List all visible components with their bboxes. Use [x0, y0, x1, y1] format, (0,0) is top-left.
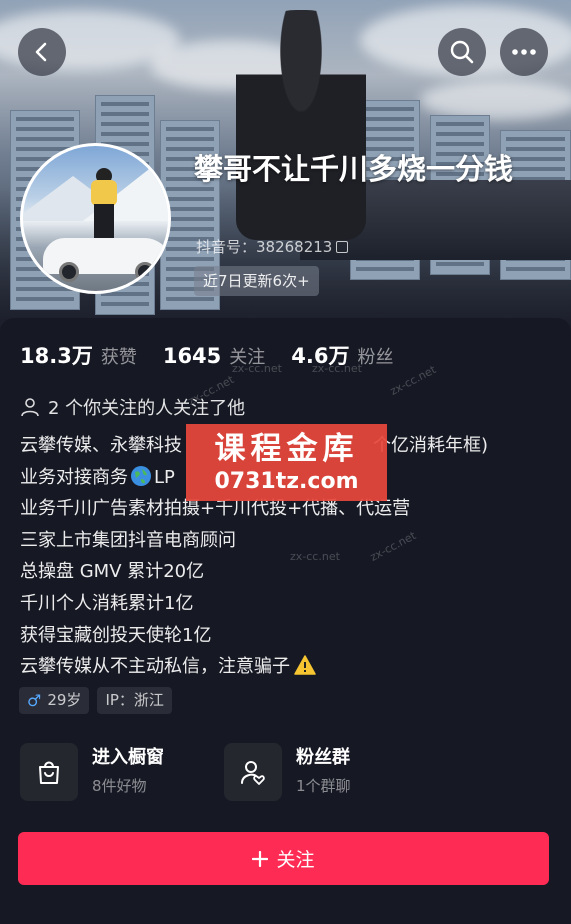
- fans-group-entry[interactable]: 粉丝群 1个群聊: [224, 743, 351, 801]
- stat-value: 18.3万: [20, 344, 93, 368]
- fans-group-icon: [241, 761, 265, 785]
- watermark-url: 0731tz.com: [214, 468, 359, 494]
- stat-label: 粉丝: [357, 347, 394, 368]
- shop-window-entry[interactable]: 进入橱窗 8件好物: [20, 743, 164, 801]
- profile-nickname: 攀哥不让千川多烧一分钱: [194, 152, 514, 186]
- bio-text-tail: LP: [154, 466, 175, 488]
- watermark-title: 课程金库: [214, 430, 359, 467]
- bio-line: 获得宝藏创投天使轮1亿: [20, 624, 212, 646]
- douyin-id-text: 抖音号：38268213: [196, 238, 333, 256]
- stat-likes[interactable]: 18.3万 获赞: [20, 340, 137, 370]
- mutual-follow-text: 2 个你关注的人关注了他: [48, 398, 246, 419]
- bio-text: 云攀传媒、永攀科技: [20, 435, 182, 456]
- profile-tags: ♂ 29岁 IP：浙江: [19, 687, 172, 714]
- watermark-small: zx-cc.net: [290, 550, 340, 563]
- male-icon: ♂: [27, 691, 42, 710]
- watermark-small: zx-cc.net: [232, 362, 282, 375]
- follow-button[interactable]: 关注: [18, 832, 549, 885]
- stat-label: 获赞: [100, 347, 137, 368]
- fans-entry-title: 粉丝群: [296, 747, 350, 768]
- warning-icon: [294, 655, 316, 675]
- more-button[interactable]: [500, 28, 548, 76]
- shop-entry-title: 进入橱窗: [92, 747, 164, 768]
- age-tag: ♂ 29岁: [19, 687, 90, 714]
- avatar[interactable]: [20, 143, 171, 294]
- fans-entry-sub: 1个群聊: [296, 777, 351, 795]
- follow-button-label: 关注: [276, 849, 315, 871]
- back-button[interactable]: [18, 28, 66, 76]
- fans-icon-box: [224, 743, 282, 801]
- update-frequency-chip[interactable]: 近7日更新6次+: [194, 266, 319, 296]
- age-text: 29岁: [47, 691, 82, 709]
- bio-line: 千川个人消耗累计1亿: [20, 592, 194, 614]
- shop-icon-box: [20, 743, 78, 801]
- ip-tag: IP：浙江: [97, 687, 172, 714]
- douyin-id[interactable]: 抖音号：38268213: [196, 236, 349, 257]
- mutual-follow-row[interactable]: 2 个你关注的人关注了他: [20, 394, 245, 420]
- globe-icon: [131, 465, 151, 486]
- more-icon: [512, 49, 536, 55]
- shop-entry-sub: 8件好物: [92, 777, 147, 795]
- bio-text: 云攀传媒从不主动私信，注意骗子: [20, 656, 290, 678]
- watermark-small: zx-cc.net: [312, 362, 362, 375]
- watermark-logo: 课程金库 0731tz.com: [186, 424, 387, 501]
- bio-line: 云攀传媒从不主动私信，注意骗子: [20, 651, 555, 683]
- bio-line: 总操盘 GMV 累计20亿: [20, 561, 205, 583]
- person-icon: [21, 398, 39, 417]
- bio-text-tail: 个亿消耗年框): [373, 435, 489, 456]
- back-arrow-icon: [35, 42, 47, 62]
- search-icon: [450, 40, 474, 64]
- bio-text: 业务对接商务: [20, 466, 128, 488]
- stat-value: 1645: [162, 344, 222, 368]
- copy-icon[interactable]: [336, 240, 349, 253]
- bio-line: 三家上市集团抖音电商顾问: [20, 529, 236, 551]
- ip-text: IP：浙江: [105, 691, 164, 709]
- search-button[interactable]: [438, 28, 486, 76]
- plus-icon: [252, 850, 269, 867]
- shopping-bag-icon: [39, 761, 59, 784]
